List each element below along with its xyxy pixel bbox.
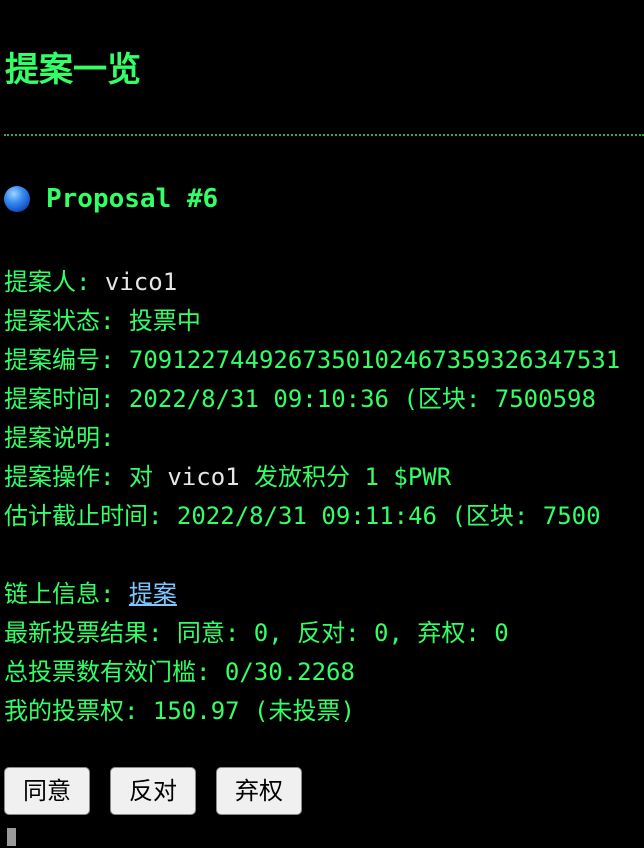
text-cursor — [7, 828, 16, 846]
proposal-details: 提案人: vico1 提案状态: 投票中 提案编号: 7091227449267… — [4, 263, 644, 731]
deadline-row: 估计截止时间: 2022/8/31 09:11:46 (区块: 7500 — [4, 497, 644, 536]
proposal-id-row: 提案编号: 7091227449267350102467359326347531 — [4, 341, 644, 380]
description-row: 提案说明: — [4, 419, 644, 458]
operation-row: 提案操作: 对 vico1 发放积分 1 $PWR — [4, 458, 644, 497]
chain-info-row: 链上信息: 提案 — [4, 575, 644, 614]
deadline-label: 估计截止时间: — [4, 502, 177, 530]
operation-label: 提案操作: — [4, 463, 129, 491]
proposal-time-label: 提案时间: — [4, 385, 129, 413]
globe-icon — [4, 186, 30, 212]
status-row: 提案状态: 投票中 — [4, 302, 644, 341]
status-value: 投票中 — [128, 307, 201, 335]
threshold-label: 总投票数有效门槛: — [4, 658, 225, 686]
dotted-divider — [4, 134, 644, 136]
proposer-label: 提案人: — [4, 268, 105, 296]
proposal-time-row: 提案时间: 2022/8/31 09:10:36 (区块: 7500598 — [4, 380, 644, 419]
proposal-id-label: 提案编号: — [4, 346, 129, 374]
proposal-header: Proposal #6 — [4, 182, 218, 216]
threshold-value: 0/30.2268 — [224, 658, 355, 686]
chain-info-label: 链上信息: — [4, 580, 129, 608]
vote-buttons: 同意 反对 弃权 — [4, 767, 322, 815]
oppose-button[interactable]: 反对 — [110, 767, 196, 815]
voting-power-value: 150.97 (未投票) — [152, 697, 355, 725]
status-label: 提案状态: — [4, 307, 129, 335]
operation-suffix: 发放积分 1 $PWR — [239, 463, 452, 491]
proposer-value: vico1 — [104, 268, 178, 296]
proposal-id-value: 7091227449267350102467359326347531 — [128, 346, 621, 374]
description-label: 提案说明: — [4, 424, 115, 452]
page-title: 提案一览 — [5, 50, 141, 90]
proposer-row: 提案人: vico1 — [4, 263, 644, 302]
agree-button[interactable]: 同意 — [4, 767, 90, 815]
chain-proposal-link[interactable]: 提案 — [129, 580, 177, 608]
vote-result-label: 最新投票结果: — [4, 619, 177, 647]
vote-result-value: 同意: 0, 反对: 0, 弃权: 0 — [176, 619, 509, 647]
operation-prefix: 对 — [128, 463, 168, 491]
vote-result-row: 最新投票结果: 同意: 0, 反对: 0, 弃权: 0 — [4, 614, 644, 653]
deadline-value: 2022/8/31 09:11:46 (区块: 7500 — [176, 502, 601, 530]
proposal-title: Proposal #6 — [46, 184, 219, 214]
voting-power-label: 我的投票权: — [4, 697, 153, 725]
proposal-time-value: 2022/8/31 09:10:36 (区块: 7500598 — [128, 385, 596, 413]
threshold-row: 总投票数有效门槛: 0/30.2268 — [4, 653, 644, 692]
operation-target: vico1 — [167, 463, 240, 491]
voting-power-row: 我的投票权: 150.97 (未投票) — [4, 692, 644, 731]
abstain-button[interactable]: 弃权 — [216, 767, 302, 815]
